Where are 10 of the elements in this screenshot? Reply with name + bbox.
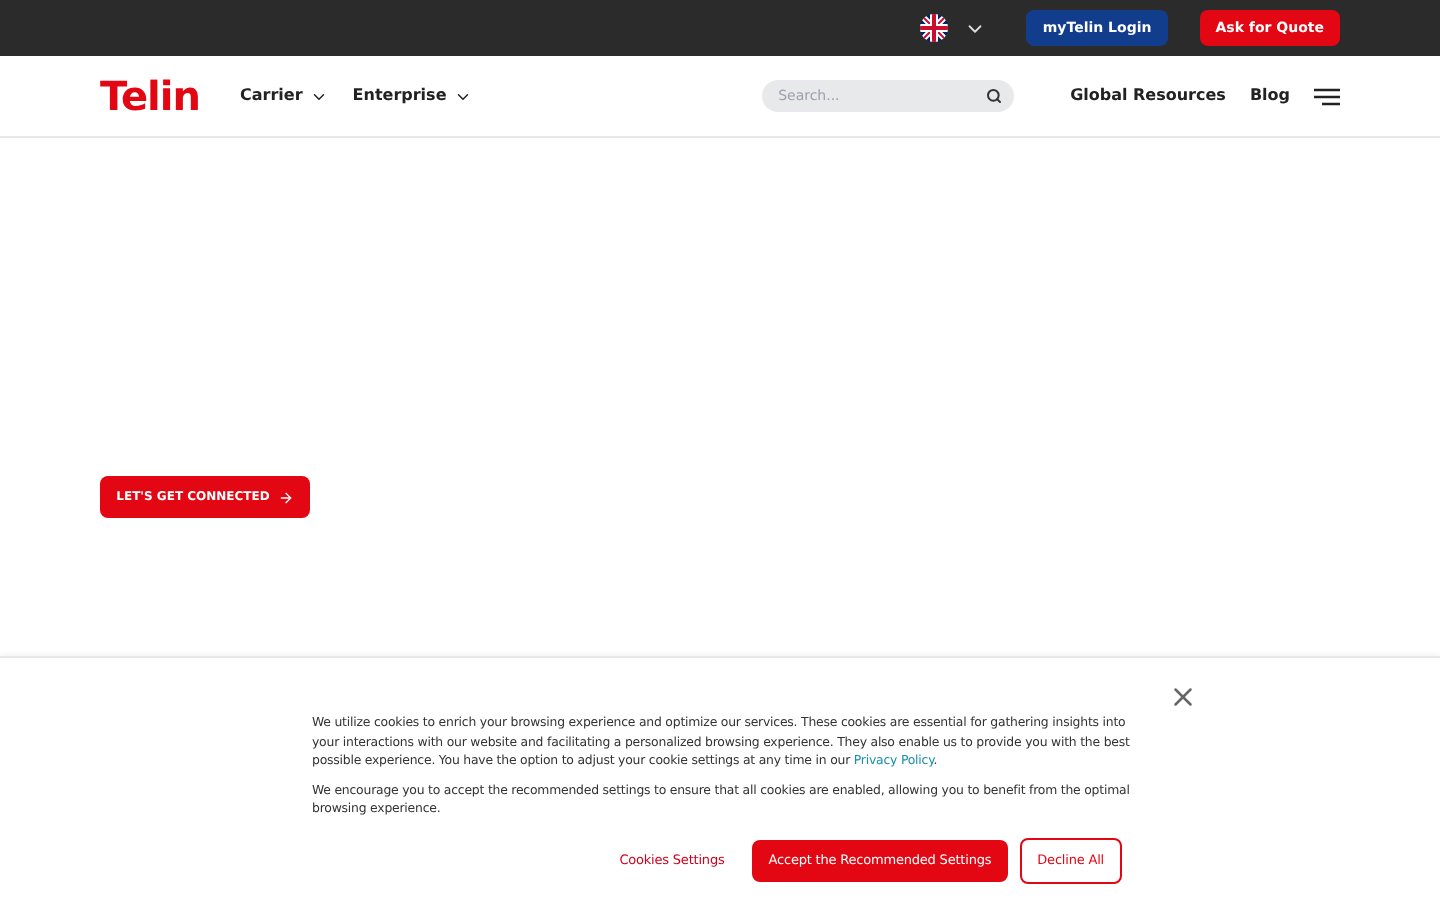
nav-link[interactable]: Global Resources (1070, 84, 1226, 108)
nav-link[interactable]: Blog (1249, 84, 1290, 108)
search-icon[interactable] (986, 88, 1003, 104)
nav-menu-item[interactable]: Enterprise (352, 84, 473, 108)
nav-menu-item[interactable]: Carrier (240, 84, 329, 108)
flag-icon[interactable] (920, 14, 949, 42)
logo[interactable]: Telin (100, 76, 200, 116)
menu-icon[interactable] (1314, 87, 1340, 105)
close-icon[interactable] (1168, 682, 1198, 712)
arrow-right-icon (277, 489, 294, 505)
